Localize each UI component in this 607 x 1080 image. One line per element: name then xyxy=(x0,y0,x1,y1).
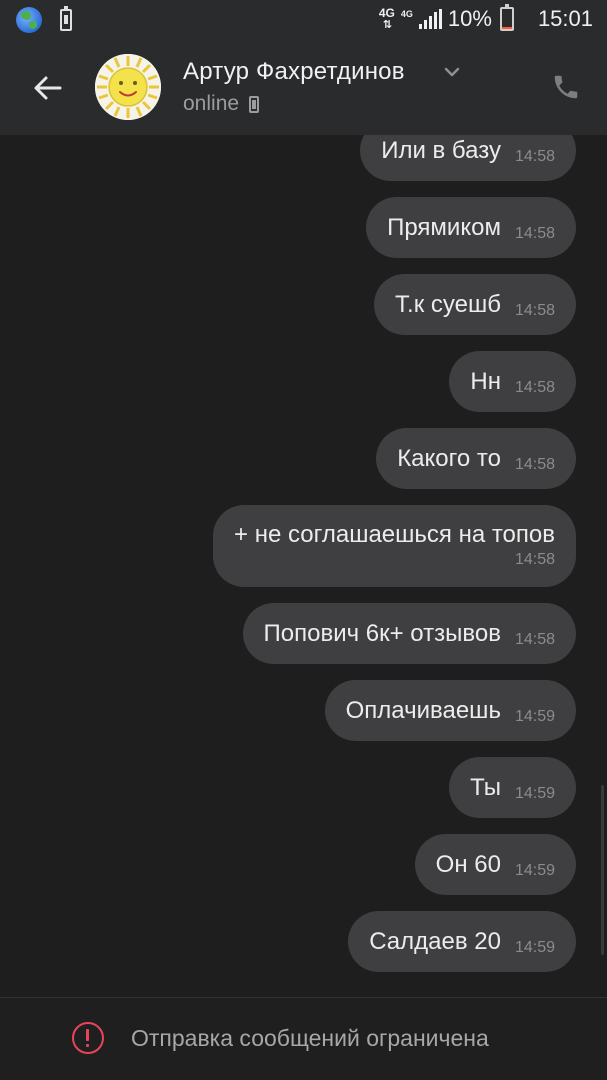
restriction-notice: Отправка сообщений ограничена xyxy=(72,1022,489,1054)
restriction-text: Отправка сообщений ограничена xyxy=(131,1024,489,1051)
scrollbar[interactable] xyxy=(601,785,604,955)
message-bubble[interactable]: Ты 14:59 xyxy=(449,757,576,818)
status-left xyxy=(16,6,72,33)
battery-level xyxy=(501,27,512,29)
globe-icon xyxy=(16,7,42,33)
status-bar: 4G ⇅ 4G 10% 15:01 xyxy=(0,0,607,40)
message-time: 14:58 xyxy=(514,551,555,568)
battery-saver-icon xyxy=(60,6,72,31)
signal-icon xyxy=(418,9,442,29)
message-text: + не соглашаешься на топов xyxy=(234,521,555,548)
message-text: Нн xyxy=(470,367,501,395)
message-bubble[interactable]: Салдаев 20 14:59 xyxy=(348,911,576,972)
avatar[interactable] xyxy=(95,54,161,120)
input-area: Отправка сообщений ограничена xyxy=(0,997,607,1080)
battery-icon xyxy=(499,4,514,31)
network-type-label: 4G xyxy=(378,6,395,20)
clock: 15:01 xyxy=(537,6,593,31)
phone-icon[interactable] xyxy=(551,72,581,102)
message-bubble[interactable]: Оплачиваешь 14:59 xyxy=(324,680,576,741)
chat-header: Артур Фахретдинов online xyxy=(0,40,607,135)
message-bubble[interactable]: Т.к суешб 14:58 xyxy=(374,274,576,335)
message-time: 14:59 xyxy=(514,861,555,879)
message-text: Салдаев 20 xyxy=(369,927,501,955)
network-indicator-2: 4G xyxy=(401,8,413,30)
back-arrow-icon[interactable] xyxy=(30,70,66,106)
status-right: 4G ⇅ 4G 10% 15:01 xyxy=(379,4,593,32)
message-bubble[interactable]: Он 60 14:59 xyxy=(414,834,576,895)
contact-name[interactable]: Артур Фахретдинов xyxy=(183,58,405,86)
message-text: Оплачиваешь xyxy=(345,696,501,724)
message-bubble[interactable]: Попович 6к+ отзывов 14:58 xyxy=(242,603,576,664)
message-bubble[interactable]: Какого то 14:58 xyxy=(376,428,576,489)
message-text: Он 60 xyxy=(435,850,501,878)
message-time: 14:58 xyxy=(514,455,555,473)
presence-label: online xyxy=(183,92,240,115)
message-list-viewport[interactable]: Или в базу 14:58 Прямиком 14:58 Т.к суешб 14:… xyxy=(0,135,607,997)
message-text: Прямиком xyxy=(387,213,501,241)
battery-percent: 10% xyxy=(447,6,492,31)
message-time: 14:58 xyxy=(514,224,555,242)
chevron-down-icon[interactable] xyxy=(442,64,462,80)
message-time: 14:58 xyxy=(514,301,555,319)
message-time: 14:58 xyxy=(514,378,555,396)
message-time: 14:58 xyxy=(514,630,555,648)
message-time: 14:59 xyxy=(514,784,555,802)
message-bubble[interactable]: Нн 14:58 xyxy=(449,351,576,412)
mobile-device-icon xyxy=(249,95,260,113)
network-type-label-2: 4G xyxy=(400,9,413,19)
message-text: Попович 6к+ отзывов xyxy=(263,619,501,647)
message-list: Или в базу 14:58 Прямиком 14:58 Т.к суешб 14:… xyxy=(0,135,607,988)
message-text: Ты xyxy=(470,773,501,801)
data-arrows-icon: ⇅ xyxy=(382,19,392,31)
message-bubble[interactable]: + не соглашаешься на топов 14:58 xyxy=(213,505,576,587)
network-indicator: 4G ⇅ xyxy=(379,7,395,31)
message-time: 14:59 xyxy=(514,707,555,725)
message-text: Или в базу xyxy=(381,136,501,164)
alert-circle-icon xyxy=(72,1022,104,1054)
message-time: 14:59 xyxy=(514,938,555,956)
message-text: Т.к суешб xyxy=(395,290,501,318)
message-bubble[interactable]: Или в базу 14:58 xyxy=(360,135,576,181)
message-time: 14:58 xyxy=(514,147,555,165)
message-bubble[interactable]: Прямиком 14:58 xyxy=(366,197,576,258)
presence-status: online xyxy=(183,92,260,116)
message-text: Какого то xyxy=(397,444,501,472)
